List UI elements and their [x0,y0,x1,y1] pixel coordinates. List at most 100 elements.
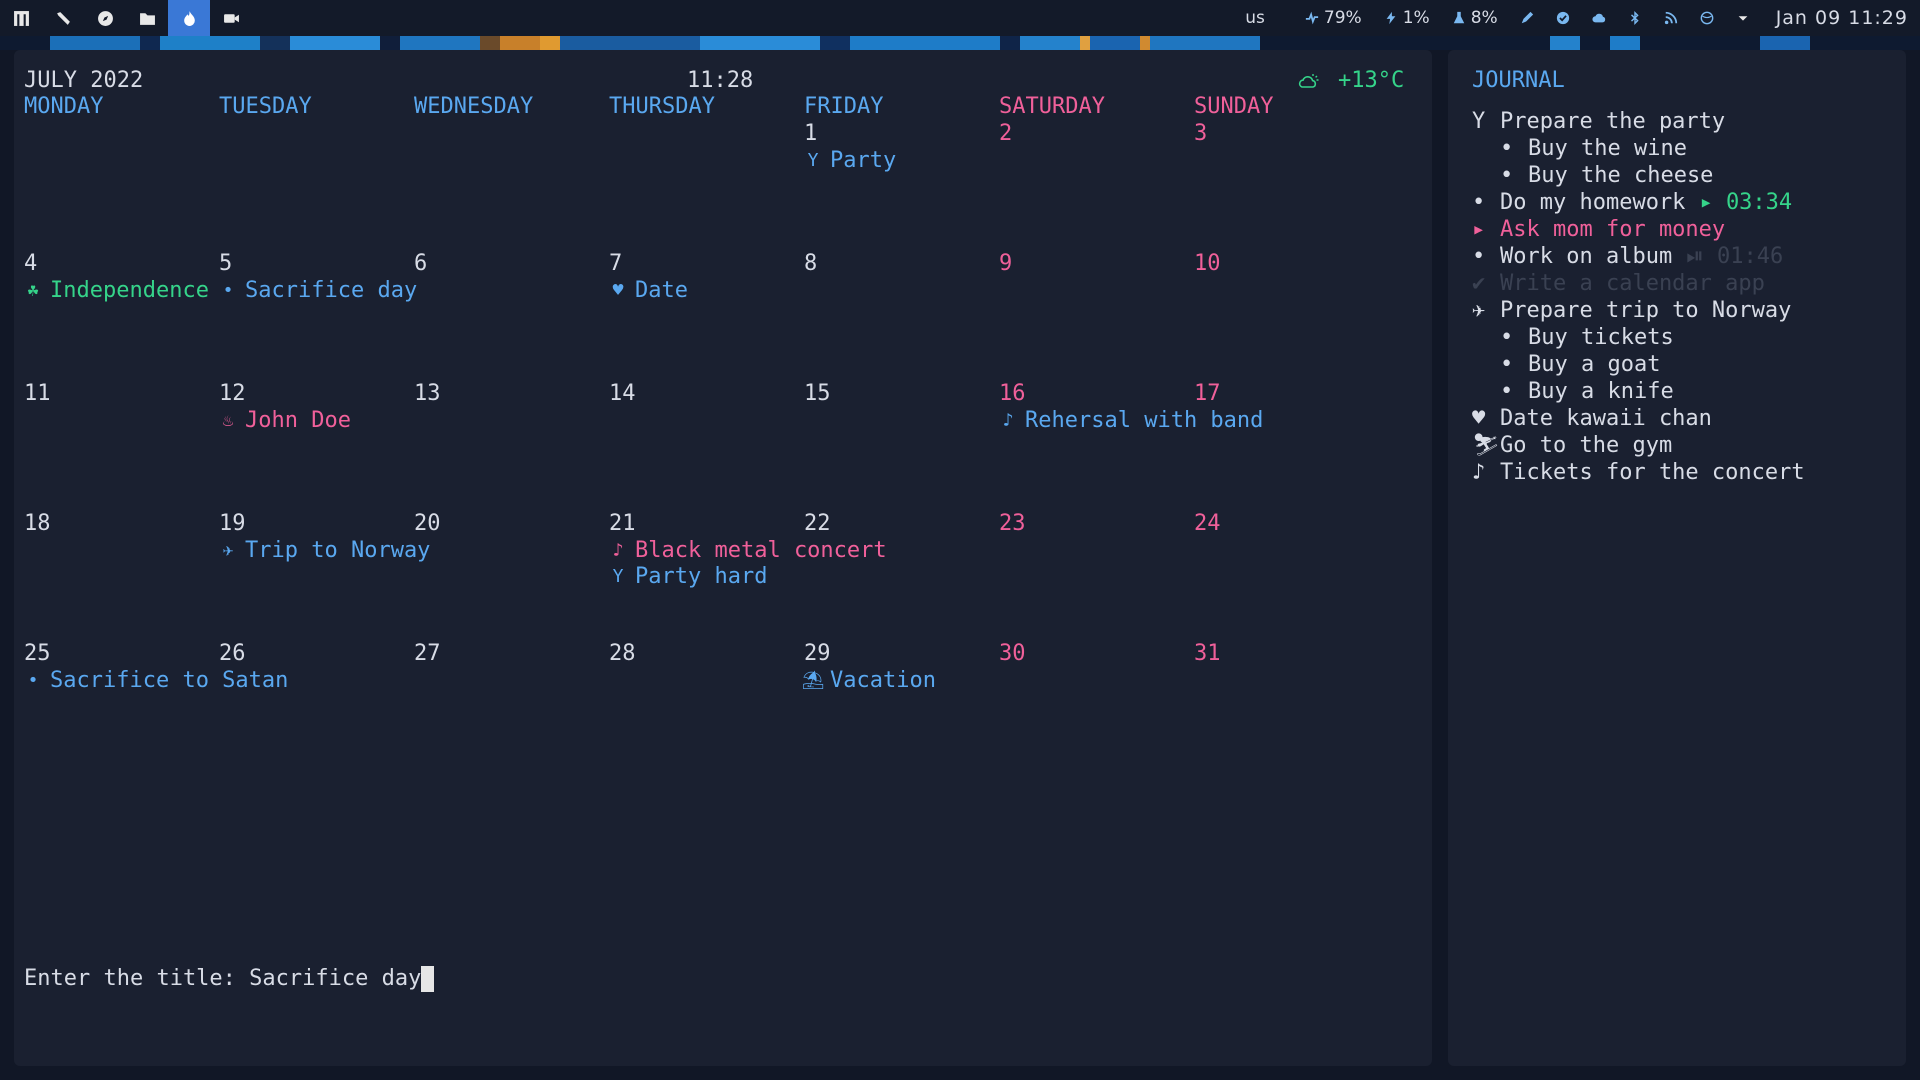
journal-item[interactable]: ♪ Tickets for the concert [1472,459,1805,486]
journal-item[interactable]: • Buy a goat [1500,351,1660,378]
title-prompt[interactable]: Enter the title: Sacrifice day [24,966,435,992]
bullet-icon: • [27,669,39,691]
cocktail-icon: Y [807,149,819,171]
day-cell[interactable] [804,381,999,511]
day-cell[interactable] [24,641,219,771]
tray-cloud[interactable] [1592,11,1606,25]
journal-panel: JOURNAL Y Prepare the party • Buy the wine •… [1448,50,1906,1066]
calendar-event[interactable]: • Sacrifice day [219,278,418,304]
app-menu-button[interactable] [0,0,42,36]
day-number: 7 [609,251,623,276]
day-number: 24 [1194,511,1221,536]
video-button[interactable] [210,0,252,36]
prompt-input[interactable]: Sacrifice day [249,966,421,991]
calendar-event[interactable]: ♥ Date [609,278,688,304]
day-cell[interactable] [999,511,1194,641]
journal-item-text: Do my homework [1500,190,1686,215]
tools-button[interactable] [42,0,84,36]
month-title: JULY 2022 [24,68,144,93]
journal-item[interactable]: ✈ Prepare trip to Norway [1472,297,1791,324]
cloud-sun-icon [1298,74,1319,88]
tray-globe[interactable] [1700,11,1714,25]
day-cell[interactable] [219,511,414,641]
day-cell[interactable] [804,641,999,771]
fire-app-button[interactable] [168,0,210,36]
event-title: Vacation [830,667,936,693]
journal-item[interactable]: • Work on album ⏯ 01:46 [1472,243,1783,270]
day-cell[interactable] [1194,641,1389,771]
cocktail-icon: Y [612,566,624,587]
day-cell[interactable] [609,381,804,511]
globe-icon [1700,11,1714,25]
files-button[interactable] [126,0,168,36]
journal-item[interactable]: ▸ Ask mom for money [1472,216,1725,243]
day-cell[interactable] [24,381,219,511]
prompt-label: Enter the title: [24,966,250,991]
topbar-clock[interactable]: Jan 09 11:29 [1776,7,1908,29]
day-cell[interactable] [609,641,804,771]
flask-icon [1453,11,1464,24]
journal-item[interactable]: • Buy the wine [1500,135,1687,162]
calendar-event[interactable]: Y Party [804,148,897,174]
day-number: 10 [1194,251,1221,276]
keyboard-layout[interactable]: us [1245,8,1265,28]
day-number: 28 [609,641,636,666]
day-cell[interactable] [414,511,609,641]
day-cell[interactable] [414,641,609,771]
day-cell[interactable] [24,251,219,381]
day-cell[interactable] [1194,251,1389,381]
day-cell[interactable] [219,381,414,511]
tray-pen[interactable] [1520,11,1534,25]
event-title: Trip to Norway [245,537,431,563]
fire-icon [183,10,195,26]
launcher-bar [0,0,252,36]
calendar-event[interactable]: ♨ John Doe [219,408,351,434]
power-indicator: 1% [1384,8,1430,28]
tray-expand[interactable] [1736,11,1750,25]
day-number: 30 [999,641,1026,666]
day-cell[interactable] [1194,381,1389,511]
day-cell[interactable] [1194,121,1389,251]
day-cell[interactable] [219,641,414,771]
browser-button[interactable] [84,0,126,36]
day-cell[interactable] [804,121,999,251]
day-cell[interactable] [999,381,1194,511]
calendar-clock: 11:28 [687,68,754,93]
calendar-event[interactable]: ☘ Independence [24,278,209,304]
day-number: 29 [804,641,831,666]
journal-item[interactable]: Y Prepare the party [1472,108,1725,135]
event-title: Date [635,277,688,303]
journal-item[interactable]: • Buy a knife [1500,378,1674,405]
day-cell[interactable] [414,381,609,511]
journal-item[interactable]: • Buy tickets [1500,324,1674,351]
journal-item[interactable]: ♥ Date kawaii chan [1472,405,1712,432]
calendar-event[interactable]: ⛱ Vacation [802,667,936,694]
memory-value: 8% [1470,8,1498,28]
tray-bluetooth[interactable] [1628,11,1642,25]
journal-item[interactable]: ✔ Write a calendar app [1472,270,1765,297]
day-cell[interactable] [609,251,804,381]
task-timer: ⏯ 01:46 [1686,244,1783,269]
calendar-event[interactable]: Y Party hard [609,564,768,590]
day-cell[interactable] [414,251,609,381]
tools-icon [56,11,70,25]
journal-item[interactable]: ⛷Go to the gym [1472,432,1672,459]
day-cell[interactable] [1194,511,1389,641]
calendar-event[interactable]: ✈ Trip to Norway [219,537,431,564]
day-number: 22 [804,511,831,536]
day-cell[interactable] [804,251,999,381]
day-cell[interactable] [804,511,999,641]
day-number: 5 [219,251,233,276]
journal-item[interactable]: • Do my homework ▸ 03:34 [1472,189,1792,216]
day-cell[interactable] [999,121,1194,251]
tray-rss[interactable] [1664,11,1678,25]
tray-check[interactable] [1556,11,1570,25]
day-cell[interactable] [219,251,414,381]
journal-item-text: Tickets for the concert [1500,460,1805,485]
day-cell[interactable] [999,251,1194,381]
day-cell[interactable] [999,641,1194,771]
journal-item[interactable]: • Buy the cheese [1500,162,1713,189]
event-title: Independence [50,277,209,303]
day-number: 15 [804,381,831,406]
day-cell[interactable] [24,511,219,641]
